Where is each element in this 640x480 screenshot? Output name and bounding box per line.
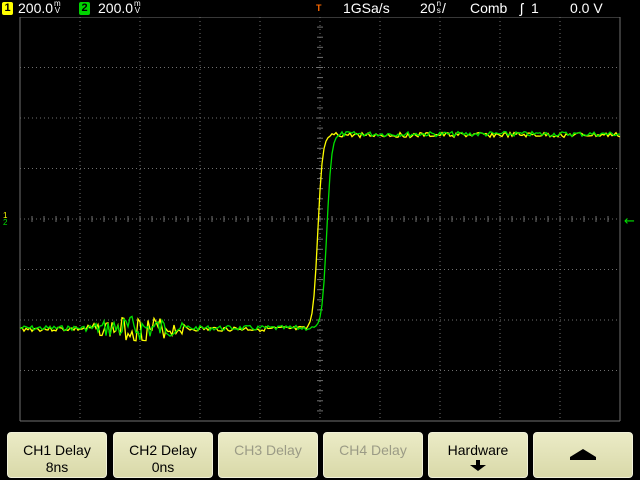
ch2-scale-value: 200.0 [98,0,134,16]
ch1-delay-value: 8ns [45,459,69,475]
ch2-delay-value: 0ns [151,459,175,475]
ch3-delay-softkey[interactable]: CH3 Delay [218,432,318,478]
back-up-softkey[interactable] [533,432,633,478]
trigger-level: 0.0 V [570,0,603,16]
ch1-unit-bottom: V [54,6,61,15]
ch1-scale-unit: mV [54,0,61,15]
ch2-scale-unit: mV [134,0,141,15]
timebase-unit-bottom: s [436,6,441,15]
trigger-source: 1 [531,0,539,16]
trigger-slope-icon: ʃ [520,0,524,16]
ch1-scale-value: 200.0 [18,0,54,16]
waveform-display[interactable]: 1 2 ← [0,17,640,424]
timebase-value: 20 [420,0,436,16]
channel-1-badge[interactable]: 1 [2,2,13,15]
trigger-position-marker: T [316,3,322,13]
channel-2-badge[interactable]: 2 [79,2,90,15]
trigger-level-marker-icon[interactable]: ← [624,214,635,229]
ch2-scale: 200.0m V [98,0,141,17]
ground-marker-ch2[interactable]: 2 [3,218,8,227]
ch1-scale: 200.0m V [18,0,61,17]
ch3-delay-label: CH3 Delay [234,442,302,458]
hardware-softkey[interactable]: Hardware [428,432,528,478]
arrow-down-icon [470,460,486,471]
arrow-up-icon [570,449,596,460]
timebase: 20n s/ [420,0,446,16]
ch1-delay-softkey[interactable]: CH1 Delay 8ns [7,432,107,478]
sample-rate: 1GSa/s [343,0,390,16]
timebase-unit: ns [436,0,441,15]
ch2-unit-bottom: V [134,6,141,15]
status-bar: 1 200.0m V 2 200.0m V T 1GSa/s 20n s/ Comb … [0,0,640,17]
ch1-delay-label: CH1 Delay [23,442,91,458]
softkey-bar: CH1 Delay 8ns CH2 Delay 0ns CH3 Delay CH… [0,426,640,480]
ch2-delay-softkey[interactable]: CH2 Delay 0ns [113,432,213,478]
ch4-delay-softkey[interactable]: CH4 Delay [323,432,423,478]
hardware-label: Hardware [447,442,509,458]
acquisition-mode: Comb [470,0,508,16]
ch2-delay-label: CH2 Delay [129,442,197,458]
ch4-delay-label: CH4 Delay [339,442,407,458]
